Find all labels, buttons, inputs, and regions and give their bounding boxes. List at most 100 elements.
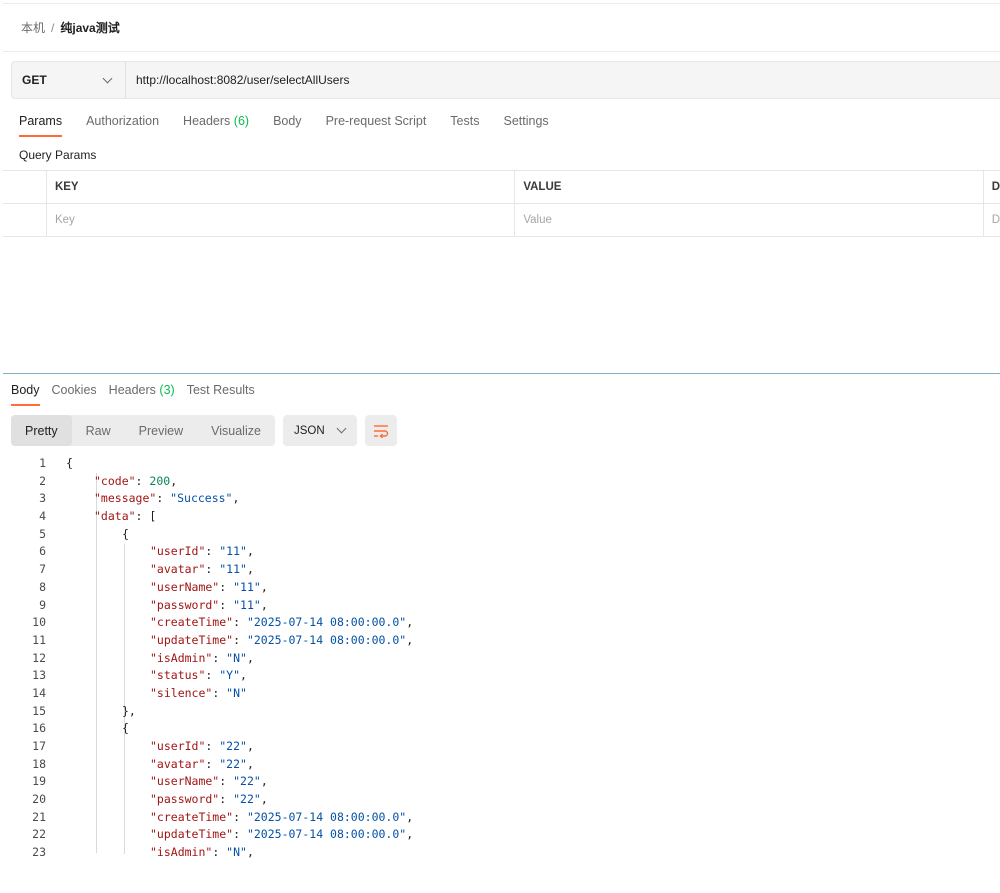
breadcrumb: 本机 / 纯java测试 — [3, 3, 1000, 52]
tab-body[interactable]: Body — [273, 114, 302, 134]
json-punctuation: : — [212, 685, 227, 700]
json-punctuation: , — [406, 615, 414, 630]
tab-params[interactable]: Params — [19, 114, 63, 137]
chevron-down-icon — [102, 73, 113, 83]
json-key: "isAdmin" — [150, 845, 213, 860]
breadcrumb-separator: / — [51, 20, 55, 35]
json-key: "updateTime" — [150, 632, 234, 647]
code-line: 14 "silence": "N" — [3, 685, 1000, 703]
preview-button[interactable]: Preview — [125, 415, 197, 446]
code-text: "userId": "22", — [150, 738, 254, 756]
method-label: GET — [22, 73, 47, 87]
line-number: 8 — [39, 579, 46, 594]
tab-authorization[interactable]: Authorization — [86, 114, 159, 134]
json-key: "updateTime" — [150, 827, 234, 842]
line-number: 20 — [32, 792, 46, 807]
line-number: 7 — [39, 562, 46, 577]
json-punctuation: : — [156, 491, 171, 506]
json-punctuation: : — [219, 774, 234, 789]
line-number: 22 — [32, 827, 46, 842]
visualize-button[interactable]: Visualize — [197, 415, 275, 446]
json-punctuation: : — [233, 632, 247, 647]
format-select[interactable]: JSON — [282, 415, 357, 446]
json-punctuation: , — [240, 668, 247, 683]
json-punctuation: { — [66, 456, 73, 470]
json-punctuation: : — [212, 845, 227, 860]
json-key: "password" — [150, 597, 220, 612]
request-name[interactable]: 纯java测试 — [60, 19, 119, 36]
code-text: "password": "11", — [150, 597, 268, 615]
json-punctuation: , — [246, 544, 254, 559]
pretty-button[interactable]: Pretty — [11, 415, 72, 446]
json-punctuation: , — [246, 845, 254, 860]
json-punctuation: , — [246, 562, 254, 577]
json-punctuation: : — [135, 473, 150, 488]
query-params-title: Query Params — [19, 148, 97, 162]
json-punctuation: : — [205, 544, 220, 559]
format-label: JSON — [293, 424, 325, 437]
code-line: 21 "createTime": "2025-07-14 08:00:00.0", — [3, 809, 1000, 827]
tab-tests[interactable]: Tests — [450, 114, 479, 134]
description-input[interactable]: D — [984, 204, 1000, 236]
row-checkbox[interactable] — [3, 204, 47, 236]
response-body-code[interactable]: 1{2 "code": 200, 3 "message": "Success", 4 "d… — [3, 455, 1000, 893]
json-punctuation: { — [122, 526, 129, 541]
table-header-row: KEY VALUE D — [3, 171, 1000, 204]
json-key: "userName" — [150, 579, 220, 594]
code-text: "code": 200, — [94, 473, 177, 491]
key-input[interactable]: Key — [47, 204, 516, 236]
tab-response-body[interactable]: Body — [11, 383, 40, 406]
code-line: 20 "password": "22", — [3, 791, 1000, 809]
line-number: 6 — [39, 544, 46, 559]
code-line: 6 "userId": "11", — [3, 543, 1000, 561]
postman-window: 本机 / 纯java测试 GET Params Authorization He… — [0, 0, 1000, 893]
url-input[interactable] — [126, 72, 1000, 88]
json-punctuation: , — [260, 579, 268, 594]
tab-cookies[interactable]: Cookies — [52, 383, 97, 403]
json-key: "createTime" — [150, 615, 234, 630]
code-text: "avatar": "22", — [150, 756, 254, 774]
line-number: 9 — [39, 597, 46, 612]
json-key: "userId" — [150, 739, 206, 753]
json-punctuation: , — [232, 491, 240, 506]
tab-settings[interactable]: Settings — [503, 114, 548, 134]
json-string: "22" — [219, 756, 247, 771]
json-punctuation: , — [246, 756, 254, 771]
tab-response-headers[interactable]: Headers (3) — [109, 383, 175, 403]
code-line: 15}, — [3, 703, 1000, 721]
tab-headers[interactable]: Headers (6) — [183, 114, 249, 134]
breadcrumb-root[interactable]: 本机 — [21, 19, 45, 36]
checkbox-column — [3, 171, 47, 203]
value-input[interactable]: Value — [515, 204, 984, 236]
json-punctuation: : — [205, 756, 220, 771]
tab-pre-request-script[interactable]: Pre-request Script — [326, 114, 427, 134]
line-number: 23 — [32, 845, 46, 860]
query-params-table: KEY VALUE D Key Value D — [3, 170, 1000, 237]
code-line: 8 "userName": "11", — [3, 579, 1000, 597]
json-string: "2025-07-14 08:00:00.0" — [246, 827, 407, 842]
tab-test-results[interactable]: Test Results — [187, 383, 255, 403]
json-string: "N" — [226, 685, 247, 700]
wrap-lines-icon — [373, 424, 389, 438]
chevron-down-icon — [336, 423, 347, 434]
line-number: 10 — [32, 615, 46, 630]
code-text: "updateTime": "2025-07-14 08:00:00.0", — [150, 826, 413, 844]
code-line: 17 "userId": "22", — [3, 738, 1000, 756]
raw-button[interactable]: Raw — [72, 415, 125, 446]
line-number: 19 — [32, 774, 46, 789]
line-number: 3 — [39, 491, 46, 506]
code-text: "message": "Success", — [94, 490, 239, 508]
wrap-lines-button[interactable] — [364, 415, 397, 446]
json-string: "11" — [219, 562, 247, 577]
json-punctuation: , — [246, 650, 254, 665]
code-text: "userId": "11", — [150, 543, 254, 561]
json-key: "userName" — [150, 774, 220, 789]
method-select[interactable]: GET — [12, 62, 126, 98]
value-column-header: VALUE — [515, 171, 984, 203]
table-row: Key Value D — [3, 204, 1000, 237]
code-line: 4 "data": [ — [3, 508, 1000, 526]
code-text: { — [122, 720, 129, 738]
line-number: 4 — [39, 509, 46, 524]
json-punctuation: { — [122, 721, 129, 736]
json-string: "N" — [226, 845, 247, 860]
